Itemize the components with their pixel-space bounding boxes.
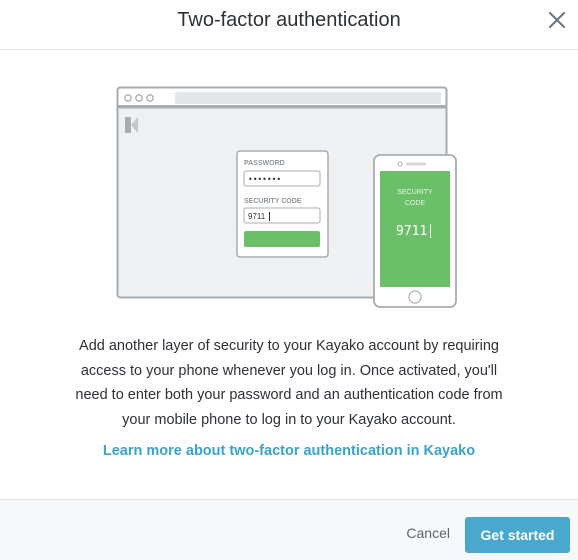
close-icon[interactable]	[548, 11, 566, 29]
learn-more-link[interactable]: Learn more about two-factor authenticati…	[0, 443, 578, 459]
description-text: Add another layer of security to your Ka…	[75, 338, 503, 428]
modal-header: Two-factor authentication	[0, 0, 578, 50]
modal-title: Two-factor authentication	[177, 9, 401, 31]
get-started-button[interactable]: Get started	[465, 517, 570, 553]
security-code-value: 9711	[248, 212, 266, 221]
security-code-label: SECURITY CODE	[244, 198, 302, 205]
password-label: PASSWORD	[244, 160, 285, 167]
modal-footer: Cancel Get started	[0, 499, 578, 560]
two-factor-illustration: PASSWORD ••••••• SECURITY CODE 9711 SECU…	[116, 86, 460, 310]
login-card-illustration: PASSWORD ••••••• SECURITY CODE 9711	[236, 150, 329, 258]
phone-code-label-line1: SECURITY	[397, 189, 433, 196]
phone-illustration: SECURITY CODE 9711	[373, 154, 457, 308]
password-mask: •••••••	[248, 175, 281, 184]
phone-code: 9711	[396, 224, 427, 239]
phone-code-label-line2: CODE	[405, 200, 426, 207]
two-factor-modal: Two-factor authentication PASSWORD •••••…	[0, 0, 578, 560]
cancel-button[interactable]: Cancel	[406, 525, 450, 541]
